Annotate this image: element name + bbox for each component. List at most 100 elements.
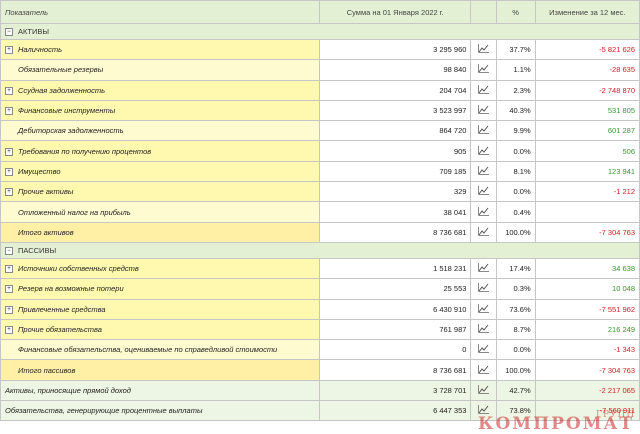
table-row: Финансовые обязательства, оцениваемые по…	[0, 339, 640, 361]
line-chart-icon[interactable]	[477, 263, 489, 274]
table-row: Активы, приносящие прямой доход 3 728 70…	[0, 379, 640, 402]
row-percent: 0.0%	[495, 181, 536, 203]
expand-icon[interactable]: +	[5, 86, 13, 95]
balance-table: Показатель Сумма на 01 Января 2022 г. % …	[0, 0, 640, 422]
table-row: + Требования по получению процентов 905 0…	[0, 140, 640, 162]
row-label: Итого пассивов	[18, 365, 76, 375]
header-percent[interactable]: %	[495, 0, 536, 24]
line-chart-icon[interactable]	[477, 64, 489, 75]
expand-icon[interactable]: +	[5, 167, 13, 176]
header-indicator[interactable]: Показатель	[0, 0, 320, 24]
row-percent: 0.0%	[495, 140, 536, 162]
line-chart-icon[interactable]	[477, 125, 489, 136]
row-change: -7 304 763	[534, 359, 640, 381]
row-label: Активы, приносящие прямой доход	[0, 379, 320, 402]
table-row: + Финансовые инструменты 3 523 997 40.3% …	[0, 99, 640, 122]
row-change: -1 343	[534, 339, 640, 361]
table-row: + Источники собственных средств 1 518 231…	[0, 257, 640, 280]
expand-icon[interactable]: +	[5, 147, 13, 156]
row-change: -2 748 870	[534, 79, 640, 101]
table-row: Обязательные резервы 98 840 1.1% -28 635	[0, 59, 640, 81]
line-chart-icon[interactable]	[477, 226, 489, 238]
table-row: + Прочие активы 329 0.0% -1 212	[0, 181, 640, 203]
header-row: Показатель Сумма на 01 Января 2022 г. % …	[0, 0, 640, 24]
row-percent: 40.3%	[495, 99, 536, 122]
line-chart-icon[interactable]	[477, 384, 489, 396]
row-label: Имущество	[18, 166, 61, 176]
row-change: -7 304 763	[534, 221, 640, 243]
row-percent: 73.6%	[495, 298, 536, 320]
row-percent: 8.7%	[495, 318, 536, 341]
row-amount: 1 518 231	[318, 257, 472, 280]
table-row: + Резерв на возможные потери 25 553 0.3% …	[0, 278, 640, 300]
row-amount: 98 840	[318, 59, 472, 81]
expand-icon[interactable]: +	[5, 188, 13, 197]
line-chart-icon[interactable]	[477, 283, 489, 294]
row-label: Ссудная задолженность	[18, 85, 106, 95]
total-row: Итого активов 8 736 681 100.0% -7 304 76…	[0, 221, 640, 243]
row-percent: 17.4%	[495, 257, 536, 280]
expand-icon[interactable]: +	[5, 265, 13, 274]
line-chart-icon[interactable]	[477, 364, 489, 376]
line-chart-icon[interactable]	[477, 165, 489, 177]
row-change: -7 551 962	[534, 298, 640, 320]
line-chart-icon[interactable]	[477, 44, 489, 55]
row-amount: 38 041	[318, 201, 472, 223]
section-liabilities[interactable]: − ПАССИВЫ	[0, 241, 640, 259]
section-assets[interactable]: − АКТИВЫ	[0, 23, 640, 40]
row-change: 506	[534, 140, 640, 162]
collapse-icon[interactable]: −	[5, 246, 13, 255]
row-amount: 329	[318, 181, 472, 203]
line-chart-icon[interactable]	[477, 145, 489, 157]
header-chart	[470, 0, 497, 24]
table-row: + Привлеченные средства 6 430 910 73.6% -…	[0, 298, 640, 320]
line-chart-icon[interactable]	[477, 105, 489, 116]
row-label: Привлеченные средства	[18, 304, 106, 314]
line-chart-icon[interactable]	[477, 344, 489, 355]
row-label: Требования по получению процентов	[18, 146, 152, 156]
row-label: Дебиторская задолженность	[18, 126, 124, 136]
row-amount: 204 704	[318, 79, 472, 101]
header-change[interactable]: Изменение за 12 мес.	[534, 0, 640, 24]
row-change: 531 805	[534, 99, 640, 122]
table-row: + Прочие обязательства 761 987 8.7% 216 2…	[0, 318, 640, 341]
expand-icon[interactable]: +	[5, 285, 13, 294]
row-amount: 8 736 681	[318, 359, 472, 381]
row-label: Итого активов	[18, 227, 74, 237]
expand-icon[interactable]: +	[5, 326, 13, 335]
row-percent: 100.0%	[495, 221, 536, 243]
header-amount[interactable]: Сумма на 01 Января 2022 г.	[318, 0, 472, 24]
row-label: Источники собственных средств	[18, 264, 139, 274]
row-percent: 100.0%	[495, 359, 536, 381]
row-amount: 6 447 353	[318, 400, 472, 422]
row-label: Резерв на возможные потери	[18, 284, 124, 294]
row-percent: 0.0%	[495, 339, 536, 361]
row-amount: 6 430 910	[318, 298, 472, 320]
table-row: Дебиторская задолженность 864 720 9.9% 6…	[0, 120, 640, 142]
row-label: Прочие обязательства	[18, 325, 102, 334]
line-chart-icon[interactable]	[477, 206, 489, 218]
row-label: Наличность	[18, 45, 63, 55]
row-amount: 905	[318, 140, 472, 162]
table-row: + Ссудная задолженность 204 704 2.3% -2 7…	[0, 79, 640, 101]
expand-icon[interactable]: +	[5, 305, 13, 314]
row-change: -2 217 065	[534, 379, 640, 402]
row-percent: 0.4%	[495, 201, 536, 223]
expand-icon[interactable]: +	[5, 46, 13, 55]
row-label: Обязательные резервы	[18, 65, 104, 75]
line-chart-icon[interactable]	[477, 186, 489, 197]
expand-icon[interactable]: +	[5, 107, 13, 116]
row-change: -1 212	[534, 181, 640, 203]
table-row: + Имущество 709 185 8.1% 123 941	[0, 160, 640, 183]
row-amount: 3 295 960	[318, 38, 472, 61]
line-chart-icon[interactable]	[477, 303, 489, 315]
collapse-icon[interactable]: −	[5, 28, 13, 36]
watermark-small: ГРУПП	[596, 410, 636, 420]
row-label: Финансовые инструменты	[18, 106, 116, 116]
row-label: Прочие активы	[18, 187, 74, 197]
row-change: 123 941	[534, 160, 640, 183]
line-chart-icon[interactable]	[477, 324, 489, 335]
row-amount: 864 720	[318, 120, 472, 142]
line-chart-icon[interactable]	[477, 84, 489, 96]
row-amount: 3 728 701	[318, 379, 472, 402]
